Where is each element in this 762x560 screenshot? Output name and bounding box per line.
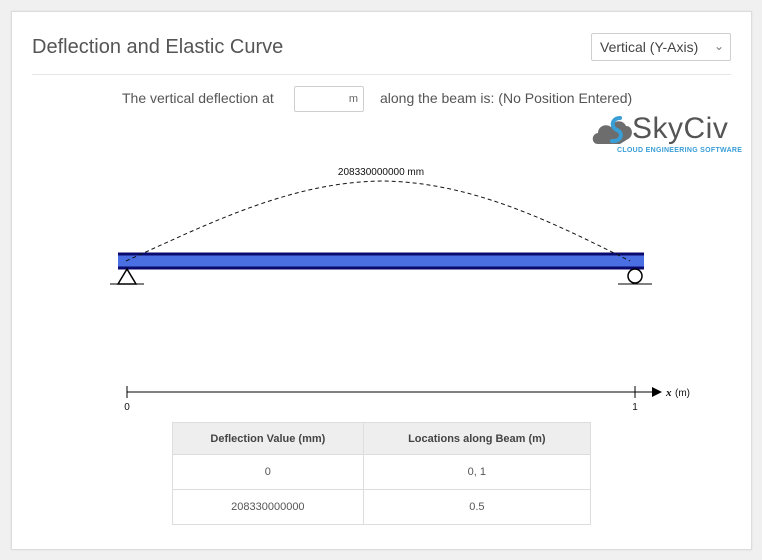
table-row: 0 0, 1 bbox=[172, 454, 592, 490]
header-locations: Locations along Beam (m) bbox=[362, 422, 592, 455]
table-cell: 0 bbox=[172, 454, 364, 490]
beam-body bbox=[118, 254, 644, 268]
deflection-panel: Deflection and Elastic Curve Vertical (Y… bbox=[11, 11, 752, 550]
table-cell: 208330000000 bbox=[172, 489, 364, 525]
x-axis-var: x bbox=[665, 387, 672, 399]
x-axis-unit: (m) bbox=[675, 388, 690, 399]
pin-support-icon bbox=[116, 267, 138, 285]
x-axis-arrow-icon bbox=[652, 387, 662, 397]
x-axis-end-label: 1 bbox=[632, 402, 638, 413]
deflection-table: Deflection Value (mm) Locations along Be… bbox=[172, 422, 592, 525]
table-cell: 0, 1 bbox=[362, 454, 592, 490]
header-deflection-value: Deflection Value (mm) bbox=[172, 422, 364, 455]
table-cell: 0.5 bbox=[362, 489, 592, 525]
roller-support-icon bbox=[627, 268, 643, 284]
table-row: 208330000000 0.5 bbox=[172, 489, 592, 525]
max-deflection-label: 208330000000 mm bbox=[338, 167, 424, 178]
table-header-row: Deflection Value (mm) Locations along Be… bbox=[172, 422, 592, 455]
elastic-curve bbox=[125, 180, 631, 262]
x-axis-start-label: 0 bbox=[124, 402, 130, 413]
